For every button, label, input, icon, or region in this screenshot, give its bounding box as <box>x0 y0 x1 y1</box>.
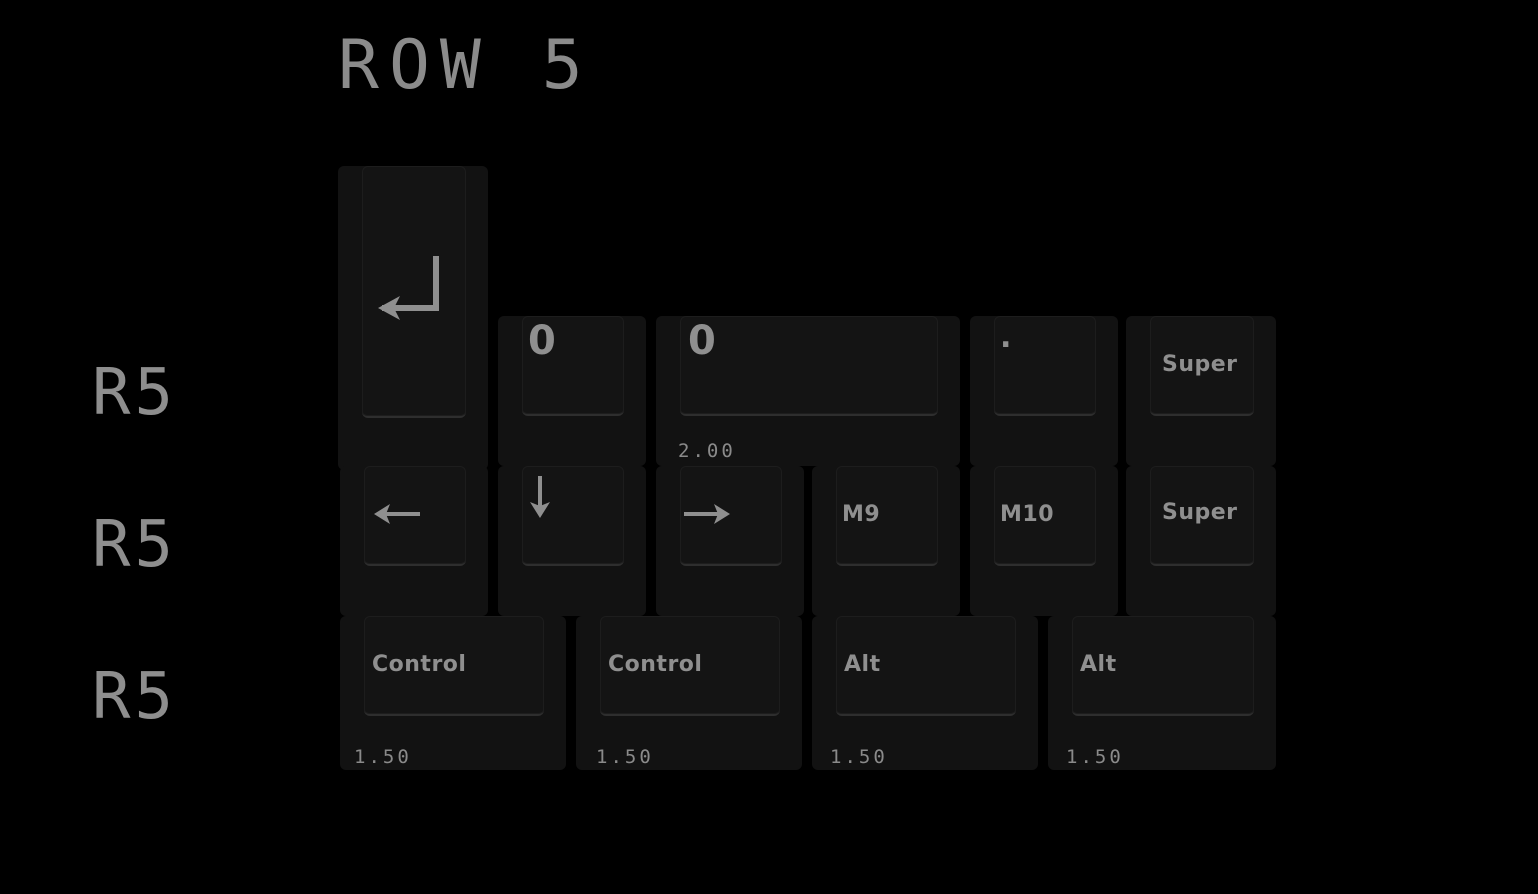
key-size-label: 1.50 <box>1066 746 1124 768</box>
key-legend: Alt <box>844 652 881 677</box>
row-label-3: R5 <box>92 660 178 734</box>
right-arrow-icon <box>682 502 732 526</box>
key-alt-2[interactable]: Alt 1.50 <box>1048 616 1276 770</box>
key-legend: M10 <box>1000 502 1055 527</box>
key-legend: 0 <box>688 318 716 364</box>
key-legend: Super <box>1162 500 1238 525</box>
down-arrow-icon <box>528 474 552 520</box>
row-label-1: R5 <box>92 356 178 430</box>
page-title: ROW 5 <box>338 26 593 105</box>
key-size-label: 1.50 <box>354 746 412 768</box>
key-alt-1[interactable]: Alt 1.50 <box>812 616 1038 770</box>
key-m10[interactable]: M10 <box>970 466 1118 616</box>
key-legend: Control <box>608 652 703 677</box>
key-control-2[interactable]: Control 1.50 <box>576 616 802 770</box>
key-size-label: 1.50 <box>830 746 888 768</box>
key-dot[interactable]: . <box>970 316 1118 466</box>
key-size-label: 1.50 <box>596 746 654 768</box>
key-left-arrow[interactable] <box>340 466 488 616</box>
key-super-2[interactable]: Super <box>1126 466 1276 616</box>
key-down-arrow[interactable] <box>498 466 646 616</box>
key-legend: . <box>1000 320 1012 355</box>
row-label-2: R5 <box>92 508 178 582</box>
key-m9[interactable]: M9 <box>812 466 960 616</box>
keycap-top <box>680 316 938 416</box>
key-right-arrow[interactable] <box>656 466 804 616</box>
key-legend: Control <box>372 652 467 677</box>
key-legend: Super <box>1162 352 1238 377</box>
key-zero-wide[interactable]: 0 2.00 <box>656 316 960 466</box>
left-arrow-icon <box>372 502 422 526</box>
key-control-1[interactable]: Control 1.50 <box>340 616 566 770</box>
key-super-1[interactable]: Super <box>1126 316 1276 466</box>
key-legend: M9 <box>842 502 881 527</box>
enter-arrow-icon <box>376 254 440 324</box>
key-legend: Alt <box>1080 652 1117 677</box>
key-enter[interactable] <box>338 166 488 470</box>
key-legend: 0 <box>528 318 556 364</box>
key-zero-small[interactable]: 0 <box>498 316 646 466</box>
key-size-label: 2.00 <box>678 440 736 462</box>
